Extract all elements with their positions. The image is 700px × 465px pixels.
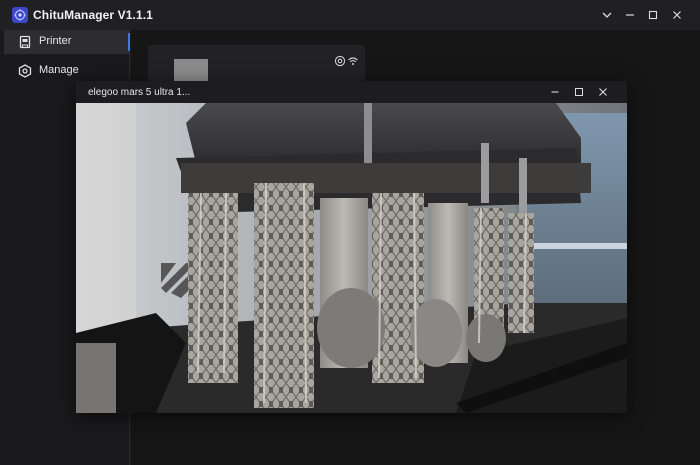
camera-minimize-button[interactable] xyxy=(547,84,563,100)
maximize-button[interactable] xyxy=(644,6,662,24)
title-bar: ChituManager V1.1.1 xyxy=(0,0,700,30)
camera-icon[interactable] xyxy=(334,54,346,67)
camera-window-title: elegoo mars 5 ultra 1... xyxy=(88,87,191,98)
camera-window-title-bar[interactable]: elegoo mars 5 ultra 1... xyxy=(76,81,627,103)
camera-maximize-button[interactable] xyxy=(571,84,587,100)
sidebar-item-label: Manage xyxy=(39,64,79,76)
sidebar-item-label: Printer xyxy=(39,35,72,47)
wifi-icon xyxy=(347,54,359,66)
close-button[interactable] xyxy=(668,6,686,24)
collapse-chevron-icon[interactable] xyxy=(598,6,616,24)
printer-thumbnail xyxy=(174,59,208,83)
sidebar-item-printer[interactable]: Printer xyxy=(4,30,130,54)
app-logo-icon xyxy=(12,7,28,23)
minimize-button[interactable] xyxy=(621,6,639,24)
app-title: ChituManager V1.1.1 xyxy=(33,8,153,22)
sidebar-item-manage[interactable]: Manage xyxy=(4,59,130,83)
camera-feed-image xyxy=(76,103,627,413)
camera-window: elegoo mars 5 ultra 1... xyxy=(76,81,627,413)
camera-close-button[interactable] xyxy=(595,84,611,100)
printer-icon xyxy=(18,35,32,49)
manage-hexagon-icon xyxy=(18,64,32,78)
